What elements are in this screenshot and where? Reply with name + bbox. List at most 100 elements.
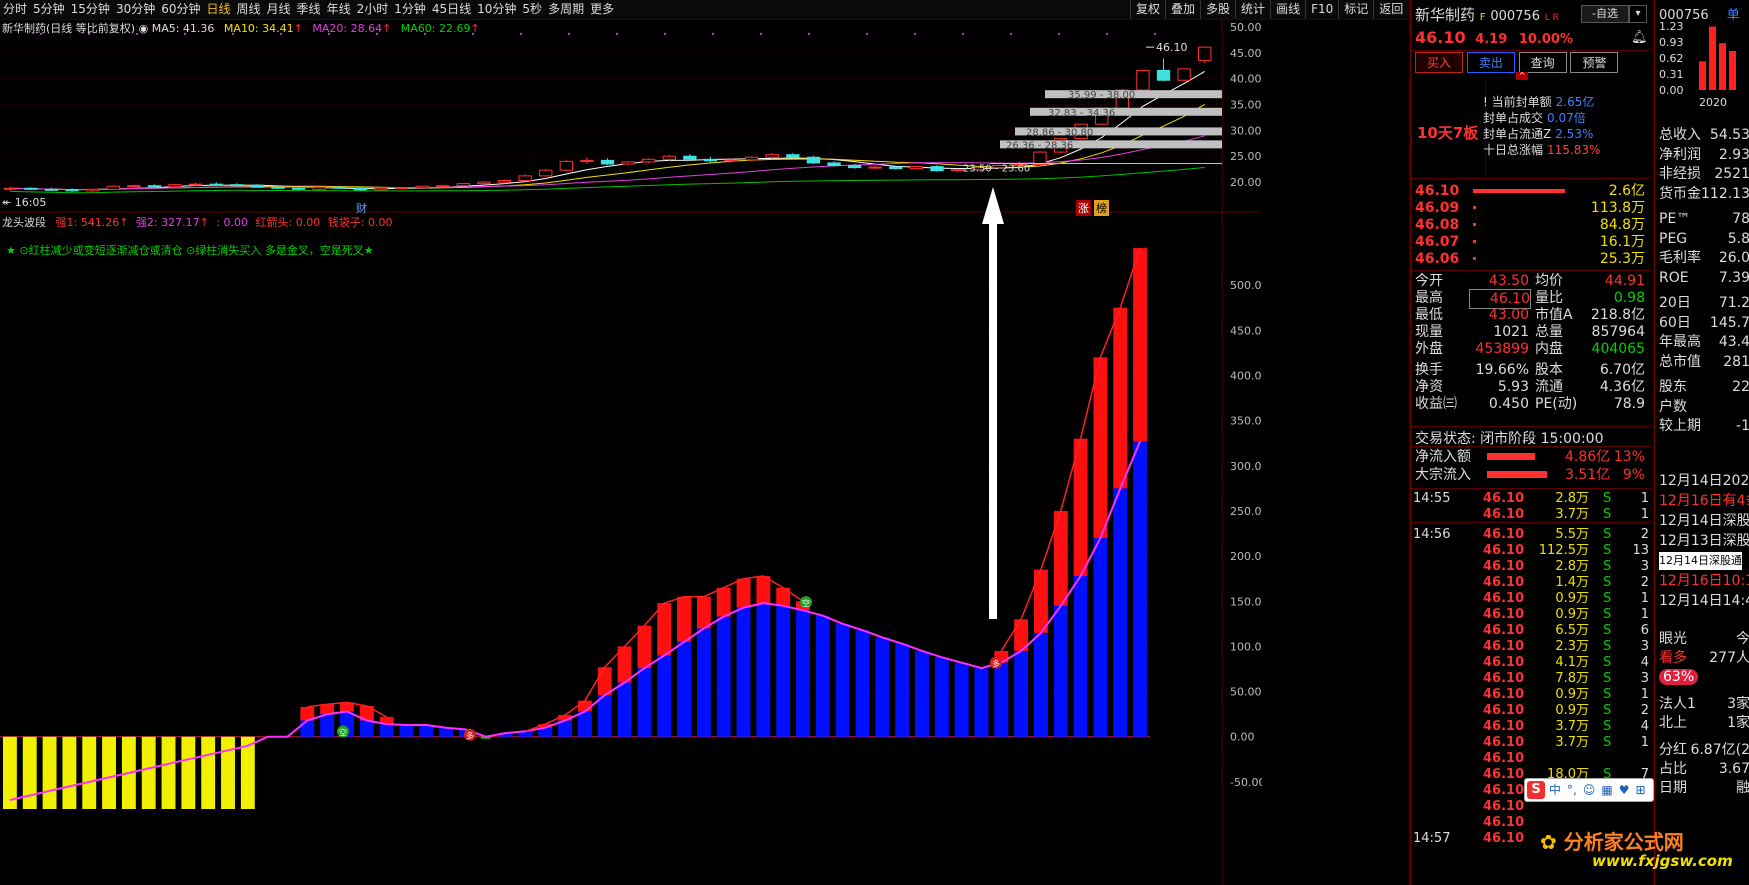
- bang-marker[interactable]: 榜: [1094, 200, 1109, 216]
- finance-more[interactable]: 单: [1727, 8, 1740, 23]
- period-tab[interactable]: 15分钟: [68, 0, 113, 19]
- price-pct: 10.00%: [1518, 32, 1573, 47]
- period-tab[interactable]: 30分钟: [113, 0, 158, 19]
- period-tab[interactable]: 年线: [324, 0, 354, 19]
- news-item[interactable]: 12月14日2022: [1659, 472, 1749, 490]
- news-item[interactable]: 12月14日14:41: [1659, 592, 1749, 610]
- ime-button[interactable]: ▦: [1601, 783, 1612, 797]
- board-box: 10天7板: [1411, 80, 1486, 180]
- fin-bottom-row: 看多 277人: [1659, 650, 1749, 666]
- book-bar: [1473, 223, 1476, 226]
- indicator-tick: 0.00: [1230, 731, 1255, 744]
- eye-icon[interactable]: ◉: [139, 22, 149, 35]
- book-row[interactable]: 46.10 2.6亿: [1415, 182, 1645, 200]
- fin-tick: 1.23: [1659, 22, 1684, 33]
- tick-separator: [1411, 522, 1651, 523]
- tool-tab[interactable]: 复权: [1130, 0, 1165, 19]
- candle-body: [744, 156, 759, 161]
- period-tab[interactable]: 多周期: [545, 0, 587, 19]
- candle-body: [415, 185, 429, 189]
- kong-marker-text: 空: [339, 728, 347, 738]
- book-row[interactable]: 46.07 16.1万: [1415, 233, 1645, 251]
- hist-bar-blue: [300, 720, 315, 737]
- candle-body: [353, 187, 368, 191]
- collapse-icon[interactable]: ^: [1516, 72, 1528, 80]
- add-watchlist-button[interactable]: -自选: [1581, 5, 1629, 23]
- dropdown-icon[interactable]: ▾: [1629, 5, 1647, 23]
- kline-chart[interactable]: 50.00 45.00 40.00 35.00 30.00 25.00 20.00 35.99…: [0, 19, 1262, 885]
- period-tab[interactable]: 2小时: [354, 0, 392, 19]
- period-tab[interactable]: 周线: [234, 0, 264, 19]
- hist-bar-blue: [895, 643, 910, 737]
- period-tab[interactable]: 10分钟: [474, 0, 519, 19]
- candle-body: [85, 188, 100, 192]
- zhang-marker[interactable]: 涨: [1076, 200, 1091, 216]
- period-tab[interactable]: 5秒: [519, 0, 545, 19]
- news-item[interactable]: 12月13日深股通: [1659, 532, 1749, 550]
- ime-button[interactable]: °,: [1567, 783, 1577, 797]
- book-row[interactable]: 46.08 84.8万: [1415, 216, 1645, 234]
- tool-tab[interactable]: F10: [1305, 0, 1338, 19]
- candle-body: [497, 180, 512, 183]
- flow-bar: [1487, 453, 1535, 460]
- tool-tab[interactable]: 统计: [1235, 0, 1270, 19]
- hist-bar-blue: [617, 682, 632, 737]
- indicator-tick: 450.00: [1230, 324, 1262, 337]
- kong-marker-text: 空: [802, 598, 810, 608]
- tool-tab[interactable]: 返回: [1373, 0, 1408, 19]
- indicator-tick: 350.00: [1230, 415, 1262, 428]
- hist-bar-blue: [320, 714, 335, 737]
- tool-tab[interactable]: 标记: [1338, 0, 1373, 19]
- period-tab[interactable]: 1分钟: [391, 0, 429, 19]
- candle-body: [333, 186, 347, 189]
- period-tab[interactable]: 分时: [0, 0, 30, 19]
- stats-row: 收益㈢ 0.450 PE(动) 78.9: [1415, 396, 1645, 412]
- period-tab[interactable]: 更多: [587, 0, 617, 19]
- bell-icon[interactable]: 🔔︎: [1631, 30, 1648, 45]
- duo-marker-text: 多: [466, 731, 474, 741]
- news-item[interactable]: 12月16日10:15: [1659, 572, 1749, 590]
- candle-body: [312, 186, 326, 190]
- buy-button[interactable]: 买入: [1415, 52, 1463, 73]
- ime-button[interactable]: 中: [1549, 783, 1561, 797]
- candle-body: [168, 184, 182, 188]
- sell-button[interactable]: 卖出: [1466, 52, 1515, 73]
- book-row[interactable]: 46.09 113.8万: [1415, 199, 1645, 217]
- fin-row: 60日 145.7: [1659, 314, 1749, 331]
- candle-body: [394, 187, 409, 190]
- candle-body: [600, 159, 615, 165]
- ime-logo-icon[interactable]: S: [1527, 781, 1545, 799]
- tool-tab[interactable]: 叠加: [1165, 0, 1200, 19]
- ime-button[interactable]: ☺: [1583, 783, 1596, 797]
- q2-label: 强2: 327.17: [135, 216, 200, 229]
- alert-button[interactable]: 预警: [1570, 52, 1619, 73]
- news-item[interactable]: 12月14日深股通: [1659, 512, 1749, 530]
- hist-bar-yellow: [141, 736, 156, 809]
- zone-label: 32.83 - 34.36: [1048, 108, 1115, 119]
- hist-bar-blue: [994, 662, 1009, 737]
- news-item[interactable]: 12月14日深股通: [1659, 552, 1742, 570]
- period-tab[interactable]: 60分钟: [158, 0, 203, 19]
- hist-bar-yellow: [102, 736, 116, 809]
- candle-body: [436, 185, 450, 188]
- news-item[interactable]: 12月16日有4条: [1659, 492, 1749, 510]
- ime-button[interactable]: ⊞: [1635, 783, 1645, 797]
- start-time-label: ↞ 16:05: [2, 196, 47, 209]
- book-row[interactable]: 46.06 25.3万: [1415, 250, 1645, 268]
- period-tab[interactable]: 季线: [294, 0, 324, 19]
- period-tab[interactable]: 日线: [204, 0, 234, 19]
- hist-bar-blue: [577, 711, 592, 737]
- query-button[interactable]: 查询: [1518, 52, 1567, 73]
- fin-row: 非经损 2521: [1659, 166, 1749, 182]
- tool-tab[interactable]: 多股: [1200, 0, 1235, 19]
- hist-bar-blue: [1014, 650, 1029, 737]
- ime-button[interactable]: ♥: [1619, 783, 1630, 797]
- period-tab[interactable]: 5分钟: [30, 0, 68, 19]
- hist-bar-red: [736, 578, 751, 608]
- fin-row: PEG 5.8: [1659, 230, 1749, 247]
- period-tab[interactable]: 月线: [264, 0, 294, 19]
- hist-bar-blue: [1113, 488, 1128, 737]
- ime-toolbar[interactable]: S 中 °, ☺ ▦ ♥ ⊞: [1524, 778, 1654, 802]
- period-tab[interactable]: 45日线: [429, 0, 474, 19]
- tool-tab[interactable]: 画线: [1270, 0, 1305, 19]
